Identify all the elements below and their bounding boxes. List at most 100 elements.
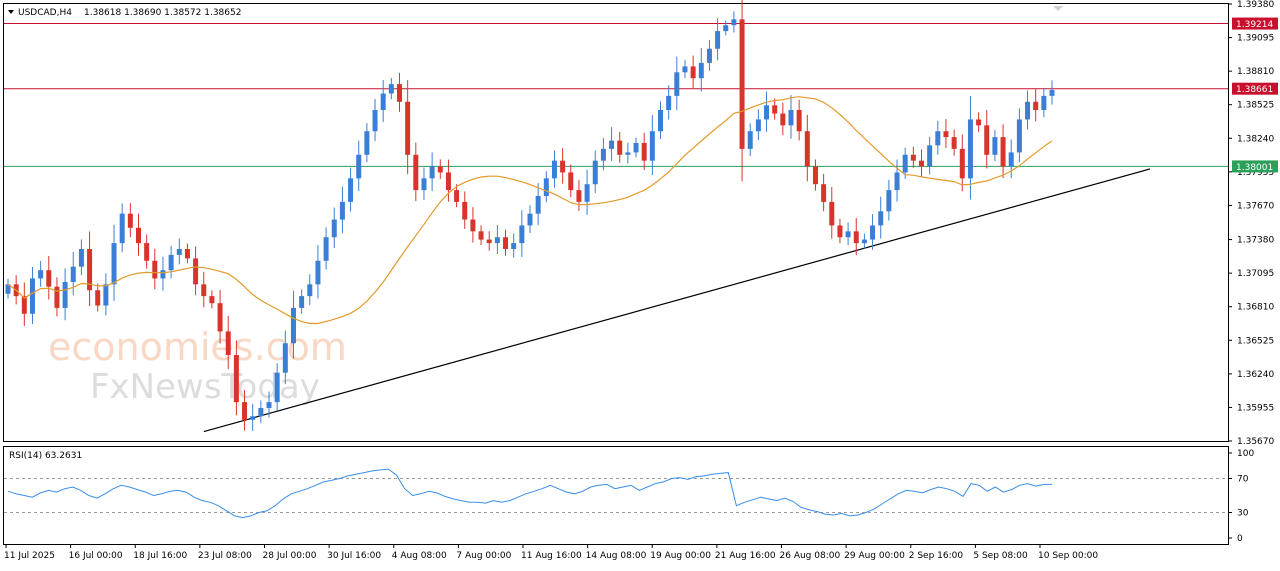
level-tag-label: 1.38661 bbox=[1236, 85, 1273, 95]
candle-body bbox=[943, 131, 949, 138]
candle-body bbox=[144, 243, 150, 261]
candle-body bbox=[878, 211, 884, 226]
rsi-tick-label: 30 bbox=[1237, 509, 1249, 519]
candle-body bbox=[1008, 152, 1014, 167]
candle-body bbox=[290, 307, 296, 344]
candle-body bbox=[29, 278, 35, 314]
candle-body bbox=[1049, 89, 1055, 96]
candle-body bbox=[723, 25, 729, 32]
candle-body bbox=[78, 249, 84, 267]
chevron-down-icon[interactable] bbox=[8, 10, 14, 14]
candle-body bbox=[772, 105, 778, 114]
candle-body bbox=[829, 201, 835, 226]
candle-body bbox=[886, 190, 892, 212]
candle-body bbox=[927, 145, 933, 167]
candle-body bbox=[315, 260, 321, 285]
candle-body bbox=[1041, 95, 1047, 111]
candle-body bbox=[788, 110, 794, 126]
candle-body bbox=[551, 160, 557, 179]
candle-body bbox=[861, 239, 867, 244]
candle-body bbox=[364, 131, 370, 155]
time-tick-label: 18 Jul 16:00 bbox=[133, 551, 187, 561]
candle-body bbox=[258, 408, 264, 417]
candle-body bbox=[976, 119, 982, 126]
time-tick-label: 30 Jul 16:00 bbox=[327, 551, 381, 561]
time-tick-label: 11 Aug 16:00 bbox=[521, 551, 582, 561]
candle-body bbox=[1033, 101, 1039, 111]
candle-body bbox=[46, 270, 52, 287]
candle-body bbox=[682, 66, 688, 73]
candle-body bbox=[910, 154, 916, 161]
candle-body bbox=[323, 237, 329, 261]
candle-body bbox=[413, 154, 419, 191]
candle-body bbox=[184, 249, 190, 259]
price-tick-label: 1.38240 bbox=[1237, 134, 1274, 144]
candle-body bbox=[119, 213, 125, 244]
chart-svg: economies.com FxNewsToday USDCAD,H4 1.38… bbox=[3, 0, 1278, 561]
candle-body bbox=[462, 201, 468, 220]
level-lines bbox=[4, 23, 1228, 167]
candle-body bbox=[201, 284, 207, 297]
candle-body bbox=[136, 227, 141, 244]
rsi-plot-frame bbox=[3, 446, 1229, 545]
candle-body bbox=[405, 101, 411, 155]
candle-body bbox=[967, 119, 973, 179]
candle-body bbox=[250, 416, 256, 420]
candle-body bbox=[853, 231, 859, 244]
candle-body bbox=[397, 84, 402, 102]
candle-body bbox=[560, 160, 566, 173]
rsi-layer bbox=[4, 468, 1228, 519]
candle-body bbox=[331, 219, 337, 238]
candle-body bbox=[543, 178, 549, 196]
candle-body bbox=[127, 213, 133, 228]
price-tick-label: 1.39380 bbox=[1237, 0, 1274, 10]
time-axis: 11 Jul 2025 16 Jul 00:00 18 Jul 16:00 23 Ju… bbox=[4, 544, 1098, 561]
candle-body bbox=[217, 303, 223, 332]
price-tick-label: 1.35955 bbox=[1237, 403, 1274, 413]
price-tick-label: 1.37670 bbox=[1237, 201, 1274, 211]
scroll-marker-icon bbox=[1053, 6, 1063, 11]
candle-body bbox=[511, 243, 517, 250]
candle-body bbox=[503, 237, 509, 250]
price-tick-label: 1.36240 bbox=[1237, 370, 1274, 380]
time-tick-label: 5 Sep 08:00 bbox=[973, 551, 1028, 561]
time-tick-label: 10 Sep 00:00 bbox=[1038, 551, 1098, 561]
candle-body bbox=[592, 160, 598, 185]
rsi-label: RSI(14) 63.2631 bbox=[9, 451, 82, 461]
candle-body bbox=[870, 225, 876, 240]
time-tick-label: 4 Aug 08:00 bbox=[392, 551, 447, 561]
candle-body bbox=[103, 284, 109, 306]
candle-body bbox=[266, 402, 272, 409]
candle-body bbox=[837, 225, 843, 238]
candle-body bbox=[233, 355, 239, 403]
candle-body bbox=[1025, 101, 1031, 120]
symbol-label: USDCAD,H4 bbox=[18, 8, 72, 18]
candle-body bbox=[356, 154, 362, 179]
watermark-line1: economies.com bbox=[48, 325, 347, 369]
rsi-tick-label: 70 bbox=[1237, 475, 1249, 485]
candle-body bbox=[70, 266, 76, 282]
time-tick-label: 16 Jul 00:00 bbox=[69, 551, 123, 561]
candle-body bbox=[959, 148, 965, 179]
price-tick-label: 1.38525 bbox=[1237, 101, 1274, 111]
trendline bbox=[203, 168, 1151, 433]
candle-body bbox=[494, 237, 500, 244]
candle-body bbox=[299, 296, 305, 308]
candle-body bbox=[633, 142, 639, 153]
candle-body bbox=[919, 160, 924, 167]
candle-body bbox=[176, 249, 182, 255]
candle-body bbox=[984, 125, 990, 155]
candle-body bbox=[821, 184, 827, 202]
candle-body bbox=[764, 105, 770, 120]
time-tick-label: 21 Aug 16:00 bbox=[715, 551, 776, 561]
candle-body bbox=[307, 284, 313, 297]
candle-body bbox=[445, 172, 451, 191]
candle-body bbox=[282, 343, 288, 373]
candle-body bbox=[535, 195, 541, 214]
candle-body bbox=[739, 19, 745, 149]
time-tick-label: 19 Aug 00:00 bbox=[650, 551, 711, 561]
candle-body bbox=[527, 213, 533, 226]
candle-body bbox=[625, 152, 631, 155]
price-tick-label: 1.39095 bbox=[1237, 34, 1274, 44]
time-tick-label: 14 Aug 08:00 bbox=[586, 551, 647, 561]
